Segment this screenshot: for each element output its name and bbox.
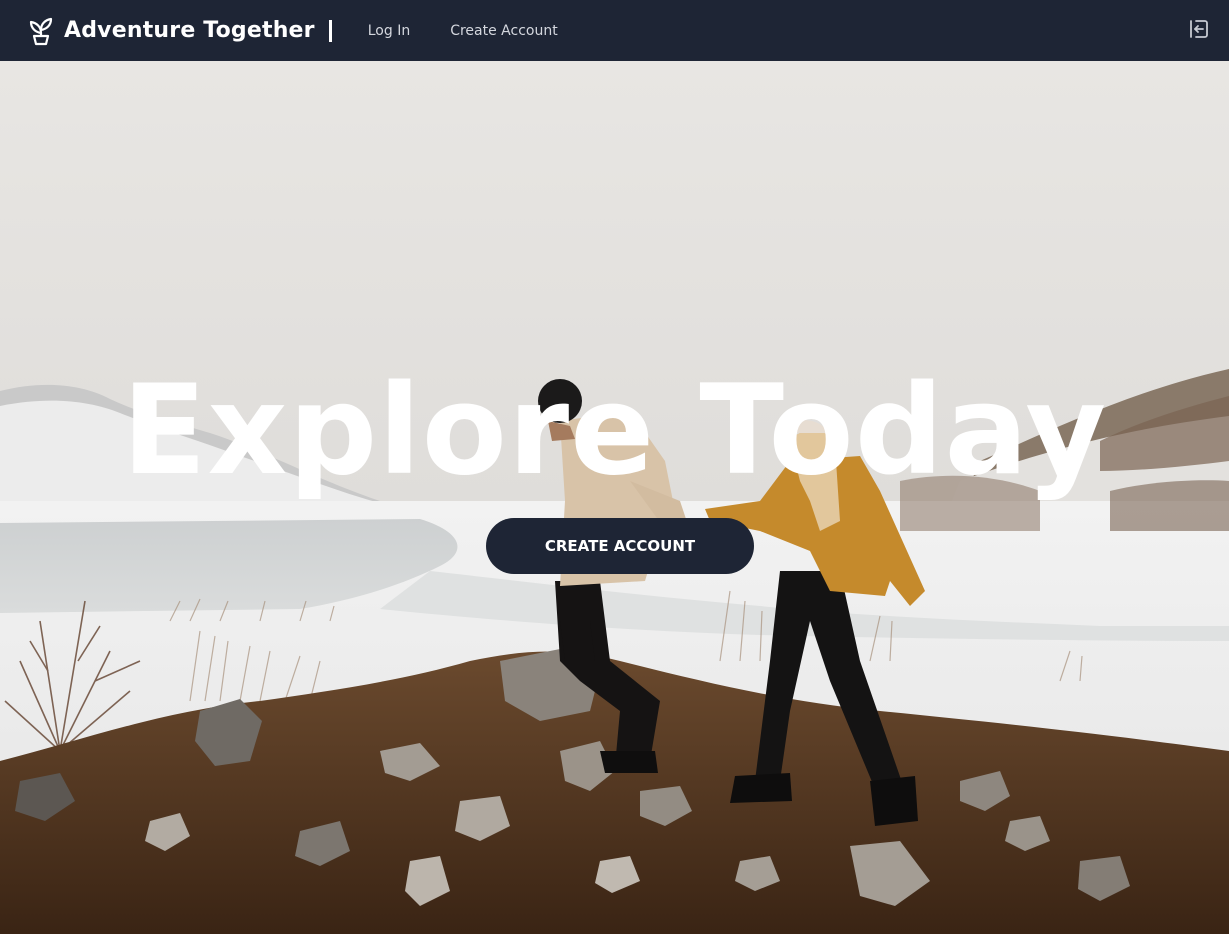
landing-page: Adventure Together Log In Create Account: [0, 0, 1229, 934]
hero-section: Explore Today CREATE ACCOUNT: [0, 61, 1229, 934]
sprout-icon: [28, 16, 54, 46]
sign-in-icon[interactable]: [1187, 17, 1211, 41]
brand-title: Adventure Together: [64, 18, 315, 43]
hero-title: Explore Today: [121, 359, 1108, 503]
create-account-button[interactable]: CREATE ACCOUNT: [486, 518, 754, 574]
nav-create-account-link[interactable]: Create Account: [450, 23, 558, 39]
brand-link[interactable]: Adventure Together: [28, 16, 332, 46]
brand-separator: [328, 19, 332, 42]
nav-login-link[interactable]: Log In: [368, 23, 410, 39]
navbar: Adventure Together Log In Create Account: [0, 0, 1229, 61]
